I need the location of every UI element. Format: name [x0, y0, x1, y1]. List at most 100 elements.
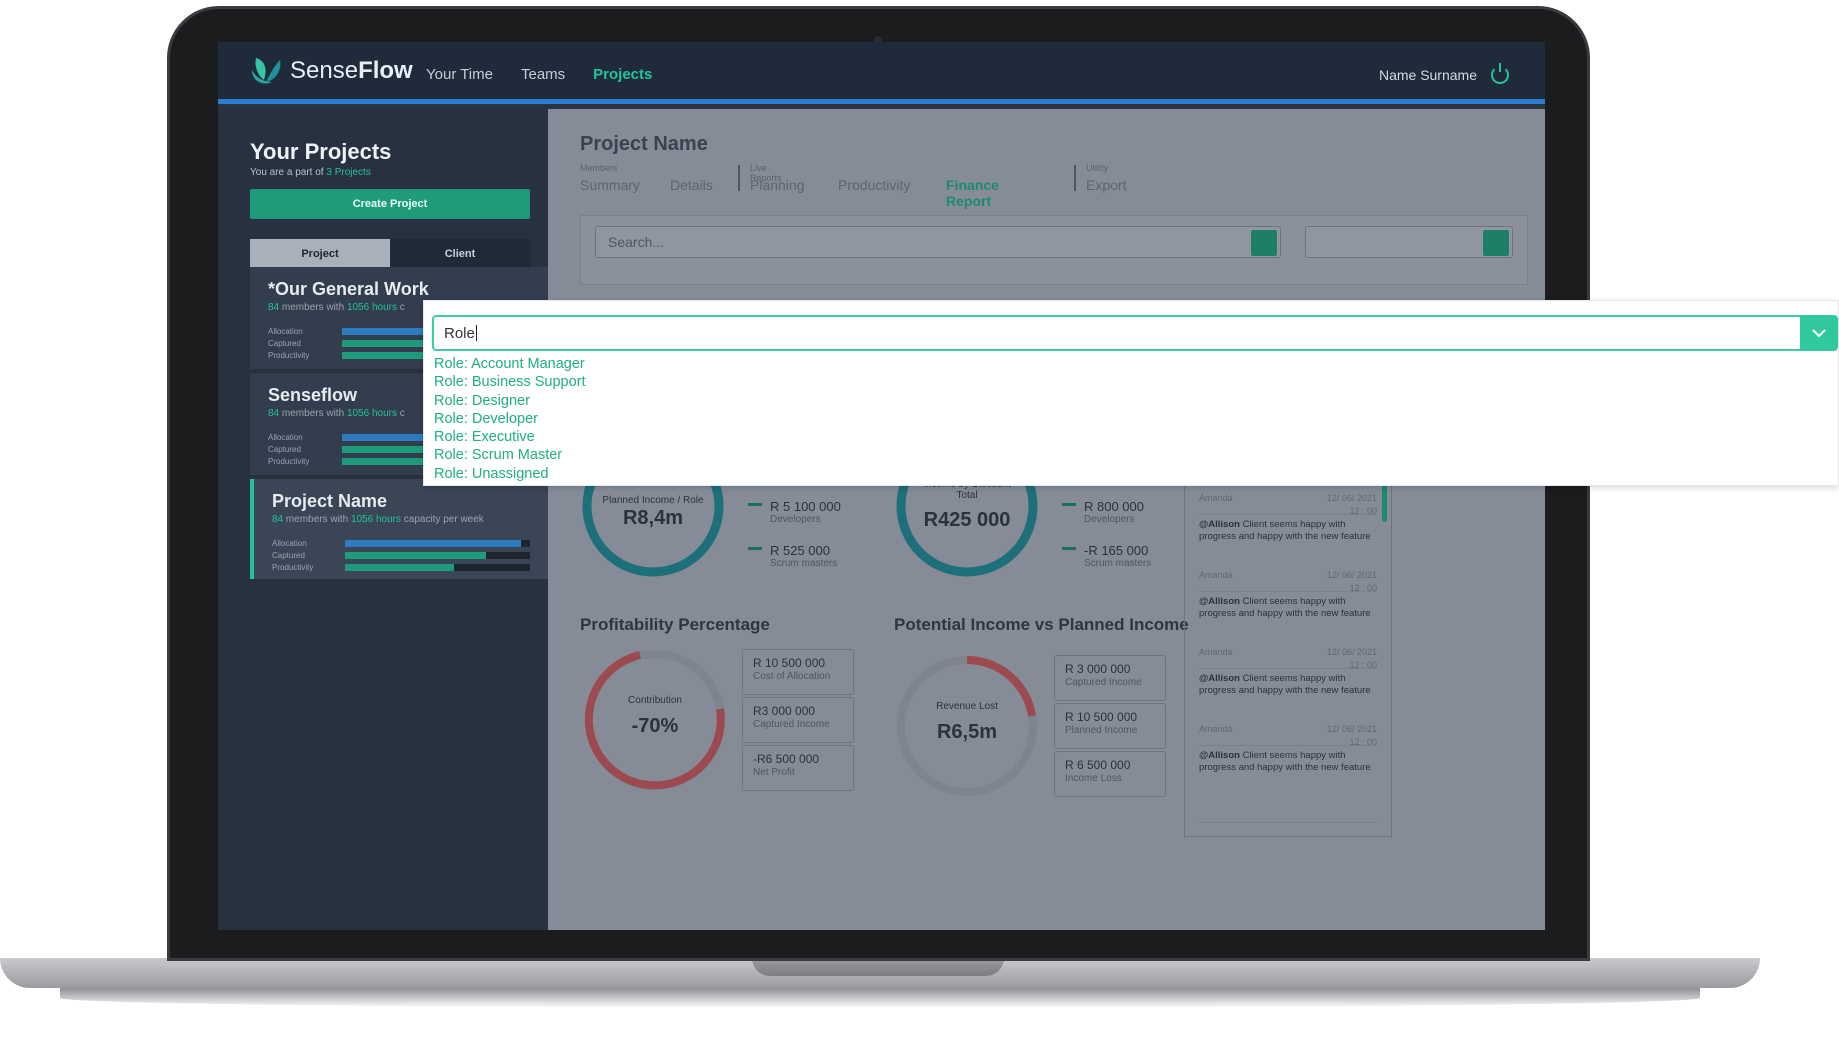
profitability-title: Profitability Percentage — [580, 615, 770, 634]
feed-footer: Amanda 12/ 06/ 2021 — [1199, 723, 1377, 735]
legend-swatch — [1062, 503, 1076, 506]
sidebar: Your Projects You are a part of 3 Projec… — [218, 109, 548, 930]
nav-teams[interactable]: Teams — [521, 66, 565, 83]
meta-text: members with — [281, 408, 345, 419]
donut-value: R425 000 — [923, 509, 1011, 531]
legend-value: R 800 000 — [1084, 499, 1144, 514]
search-input[interactable]: Search... — [595, 226, 1281, 258]
filter-panel: Search... — [580, 215, 1528, 285]
date-input[interactable] — [1305, 226, 1513, 258]
tab-divider — [738, 165, 740, 191]
logo[interactable]: SenseFlow — [250, 56, 413, 86]
progress-row: Captured — [272, 549, 530, 561]
dropdown-option[interactable]: Role: Unassigned — [434, 465, 586, 483]
progress-label: Captured — [272, 550, 305, 560]
feed-text: @Allison Client seems happy with progres… — [1199, 750, 1377, 774]
feed-item[interactable]: 12 : 00 @Allison Client seems happy with … — [1199, 583, 1377, 669]
dropdown-option[interactable]: Role: Developer — [434, 410, 586, 428]
feed-author: Amanda — [1199, 570, 1233, 580]
dropdown-option[interactable]: Role: Business Support — [434, 373, 586, 391]
tab-details[interactable]: Details — [670, 177, 713, 193]
tab-export[interactable]: Export — [1086, 177, 1126, 193]
feed-item[interactable]: 12 : 00 @Allison Client seems happy with … — [1199, 506, 1377, 592]
project-card[interactable]: Project Name 84 members with 1056 hours c… — [250, 479, 548, 579]
legend-value: R 525 000 — [770, 543, 830, 558]
member-count: 84 — [272, 514, 284, 525]
value-card-amount: R 6 500 000 — [1065, 758, 1131, 772]
value-card-label: Cost of Allocation — [753, 671, 831, 682]
feed-item[interactable]: 12 : 00 @Allison Client seems happy with … — [1199, 660, 1377, 746]
search-placeholder: Search... — [608, 234, 665, 250]
donut-label: Contribution — [628, 695, 682, 706]
nav-projects[interactable]: Projects — [593, 66, 652, 83]
user-name[interactable]: Name Surname — [1379, 67, 1477, 83]
toggle-client[interactable]: Client — [390, 239, 530, 269]
dropdown-option[interactable]: Role: Scrum Master — [434, 446, 586, 464]
meta-text: c — [399, 302, 405, 313]
progress-track — [345, 563, 530, 571]
feed-mention[interactable]: @Allison — [1199, 750, 1240, 761]
progress-fill — [345, 563, 455, 571]
filter-input[interactable]: Role — [432, 315, 1805, 351]
value-card: R3 000 000 Captured Income — [742, 697, 854, 743]
value-card: R 10 500 000 Cost of Allocation — [742, 649, 854, 695]
value-card-amount: R 10 500 000 — [1065, 710, 1138, 724]
chevron-down-icon[interactable] — [1251, 230, 1277, 256]
value-card-amount: -R6 500 000 — [753, 752, 820, 766]
value-card-amount: R3 000 000 — [753, 704, 816, 718]
feed-text: @Allison Client seems happy with progres… — [1199, 519, 1377, 543]
toggle-project[interactable]: Project — [250, 239, 390, 269]
feed-time: 12 : 00 — [1349, 660, 1377, 670]
feed-mention[interactable]: @Allison — [1199, 519, 1240, 530]
donut-value: R8,4m — [622, 507, 684, 529]
value-card-label: Captured Income — [1065, 677, 1142, 688]
feed-footer: Amanda 12/ 06/ 2021 — [1199, 569, 1377, 581]
progress-label: Allocation — [272, 538, 307, 548]
potential-title: Potential Income vs Planned Income — [894, 615, 1189, 634]
dropdown-option[interactable]: Role: Designer — [434, 392, 586, 410]
feed-time: 12 : 00 — [1349, 506, 1377, 516]
create-project-button[interactable]: Create Project — [250, 189, 530, 219]
app-screen: SenseFlow Your Time Teams Projects Name … — [218, 42, 1545, 930]
filter-dropdown-popover: Role Role: Account Manager Role: Business… — [423, 300, 1839, 486]
hours-count: 1056 hours — [346, 408, 397, 419]
donut-value: R6,5m — [936, 721, 998, 743]
tab-summary[interactable]: Summary — [580, 177, 640, 193]
feed-mention[interactable]: @Allison — [1199, 596, 1240, 607]
nav-your-time[interactable]: Your Time — [426, 66, 493, 83]
member-count: 84 — [268, 302, 280, 313]
filter-input-value: Role — [444, 325, 477, 342]
feed-item[interactable]: 12 : 00 @Allison Client seems happy with … — [1199, 737, 1377, 823]
project-card-title: *Our General Work — [268, 279, 429, 299]
legend-item: R 5 100 000 Developers — [770, 499, 841, 525]
donut-label: Revenue Lost — [936, 701, 998, 712]
progress-label: Productivity — [268, 456, 310, 466]
feed-time: 12 : 00 — [1349, 737, 1377, 747]
chevron-down-icon — [1812, 329, 1826, 338]
tab-productivity[interactable]: Productivity — [838, 177, 910, 193]
power-icon[interactable] — [1491, 63, 1509, 84]
progress-label: Productivity — [272, 562, 314, 572]
tab-finance-report[interactable]: Finance Report — [946, 177, 999, 209]
feed-date: 12/ 06/ 2021 — [1326, 647, 1377, 657]
app-header: SenseFlow Your Time Teams Projects Name … — [218, 42, 1545, 104]
activity-feed[interactable]: @Allison Client seems happy with progres… — [1184, 431, 1392, 837]
dropdown-option[interactable]: Role: Account Manager — [434, 355, 586, 373]
calendar-icon[interactable] — [1483, 230, 1509, 256]
project-client-toggle: Project Client — [250, 239, 530, 269]
meta-text: members with — [281, 302, 345, 313]
project-count[interactable]: 3 Projects — [326, 167, 370, 178]
legend-value: R 5 100 000 — [770, 499, 841, 514]
value-card: -R6 500 000 Net Profit — [742, 745, 854, 791]
donut-label: Planned Income / Role — [602, 495, 704, 506]
dropdown-option[interactable]: Role: Executive — [434, 428, 586, 446]
page-title: Project Name — [580, 133, 708, 155]
tab-planning[interactable]: Planning — [750, 177, 805, 193]
value-card: R 3 000 000 Captured Income — [1054, 655, 1166, 701]
feed-date: 12/ 06/ 2021 — [1326, 724, 1377, 734]
feed-text: @Allison Client seems happy with progres… — [1199, 596, 1377, 620]
user-menu: Name Surname — [1379, 63, 1509, 84]
feed-mention[interactable]: @Allison — [1199, 673, 1240, 684]
dropdown-toggle-button[interactable] — [1800, 315, 1838, 351]
progress-label: Productivity — [268, 350, 310, 360]
